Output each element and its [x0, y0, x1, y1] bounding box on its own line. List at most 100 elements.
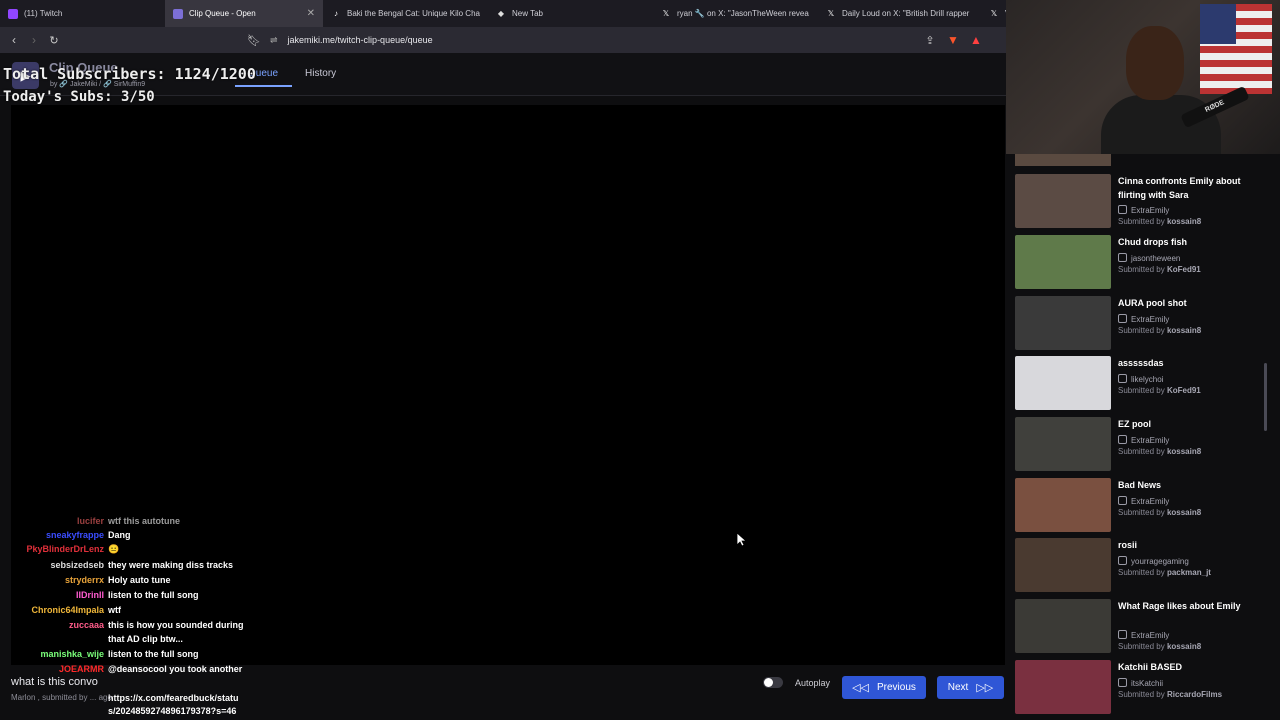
chat-username: IIDrinII — [75, 590, 104, 600]
queue-item-channel-name: likelychoi — [1131, 375, 1164, 384]
queue-item-channel-name: ExtraEmily — [1131, 206, 1170, 215]
channel-icon — [1118, 630, 1127, 639]
chat-message: listen to the full song — [108, 590, 199, 600]
chat-username: sneakyfrappe — [45, 530, 104, 540]
queue-item-thumbnail[interactable] — [1015, 599, 1111, 653]
queue-item-thumbnail[interactable] — [1015, 660, 1111, 714]
queue-item-thumbnail[interactable] — [1015, 356, 1111, 410]
queue-item-thumbnail[interactable] — [1015, 296, 1111, 350]
twitch-icon — [8, 8, 18, 19]
queue-item-thumbnail[interactable] — [1015, 174, 1111, 228]
autoplay-label: Autoplay — [795, 677, 831, 688]
tab-twitch[interactable]: (11) Twitch — [0, 0, 165, 27]
queue-item-channel: ExtraEmily — [1118, 435, 1169, 445]
x-icon: 𝕏 — [827, 9, 835, 18]
previous-button[interactable]: ◁◁ Previous — [842, 676, 926, 699]
queue-item-submitter: Submitted by KoFed91 — [1118, 265, 1201, 274]
queue-item-channel: likelychoi — [1118, 374, 1163, 384]
chat-message: Holy auto tune — [108, 575, 171, 585]
tab-x-partial[interactable]: 𝕏 V — [981, 0, 1006, 27]
forward-icon[interactable]: › — [24, 30, 44, 50]
channel-icon — [1118, 435, 1127, 444]
queue-item[interactable]: rosii yourragegaming Submitted by packman_… — [1015, 538, 1270, 594]
channel-icon — [1118, 205, 1127, 214]
queue-item-submitter: Submitted by kossain8 — [1118, 642, 1201, 651]
tab-label: Baki the Bengal Cat: Unique Kilo Cha — [347, 9, 480, 18]
queue-item-channel: ExtraEmily — [1118, 205, 1169, 215]
queue-item[interactable]: Cinna confronts Emily about flirting wit… — [1015, 174, 1270, 230]
reload-icon[interactable]: ↻ — [44, 30, 64, 50]
chat-message: s/2024859274896179378?s=46 — [108, 706, 237, 716]
current-clip-title: what is this convo — [11, 676, 98, 688]
queue-item-title: asssssdas — [1118, 358, 1164, 368]
channel-icon — [1118, 496, 1127, 505]
queue-item-title: rosii — [1118, 540, 1138, 550]
current-clip-meta: Marlon , submitted by ... ago — [11, 693, 112, 702]
queue-item-submitter: Submitted by kossain8 — [1118, 326, 1201, 335]
queue-item[interactable]: What Rage likes about Emily ExtraEmily Sub… — [1015, 599, 1270, 655]
tab-clip-queue[interactable]: Clip Queue - Open ✕ — [165, 0, 323, 27]
tab-history[interactable]: History — [292, 62, 350, 87]
submitter-name: packman_jt — [1166, 568, 1211, 577]
clipqueue-icon — [173, 8, 183, 19]
queue-item-thumbnail[interactable] — [1015, 417, 1111, 471]
site-settings-icon[interactable]: ⇌ — [270, 35, 278, 46]
tab-tiktok[interactable]: ♪ Baki the Bengal Cat: Unique Kilo Cha — [323, 0, 488, 27]
chat-message: wtf this autotune — [108, 516, 180, 526]
submitter-name: kossain8 — [1166, 326, 1202, 335]
tab-label: New Tab — [512, 9, 543, 18]
close-icon[interactable]: ✕ — [307, 8, 315, 19]
queue-item-title: Chud drops fish — [1118, 237, 1187, 247]
queue-item-channel: jasontheween — [1118, 253, 1180, 263]
queue-item-title: AURA pool shot — [1118, 298, 1187, 308]
tab-new[interactable]: ◆ New Tab — [488, 0, 653, 27]
queue-item[interactable]: Bad News ExtraEmily Submitted by kossain8 — [1015, 478, 1270, 534]
queue-item-thumbnail[interactable] — [1015, 538, 1111, 592]
queue-item-channel: ExtraEmily — [1118, 314, 1169, 324]
x-icon: 𝕏 — [990, 9, 998, 18]
channel-icon — [1118, 253, 1127, 262]
next-button[interactable]: Next ▷▷ — [937, 676, 1004, 699]
submitted-by-label: Submitted by — [1118, 447, 1165, 456]
chat-username: lucifer — [76, 516, 104, 526]
chat-overlay: lucifer wtf this autotune sneakyfrappe D… — [0, 516, 290, 720]
queue-item-title: EZ pool — [1118, 419, 1151, 429]
x-icon: 𝕏 — [662, 9, 670, 18]
toggle-switch[interactable] — [763, 677, 783, 688]
queue-item[interactable]: Chud drops fish jasontheween Submitted by … — [1015, 235, 1270, 291]
autoplay-toggle[interactable]: Autoplay — [763, 677, 830, 688]
back-icon[interactable]: ‹ — [4, 30, 24, 50]
tiktok-icon: ♪ — [334, 9, 338, 18]
submitted-by-label: Submitted by — [1118, 326, 1165, 335]
queue-item[interactable]: asssssdas likelychoi Submitted by KoFed91 — [1015, 356, 1270, 412]
chat-username: Chronic64Impala — [31, 605, 104, 615]
url-text: jakemiki.me/twitch-clip-queue/queue — [287, 35, 433, 45]
queue-item[interactable]: AURA pool shot ExtraEmily Submitted by kos… — [1015, 296, 1270, 352]
submitted-by-label: Submitted by — [1118, 568, 1165, 577]
brave-rewards-icon[interactable]: ▲ — [966, 30, 986, 50]
submitted-by-label: Submitted by — [1118, 508, 1165, 517]
chat-username: manishka_wije — [40, 649, 104, 659]
queue-item[interactable]: Katchii BASED itsKatchii Submitted by Ricc… — [1015, 660, 1270, 716]
sidebar-scrollbar[interactable] — [1264, 363, 1267, 431]
queue-item-channel-name: ExtraEmily — [1131, 436, 1170, 445]
chat-message: they were making diss tracks — [108, 560, 234, 570]
queue-item-channel-name: yourragegaming — [1131, 557, 1189, 566]
queue-item-thumbnail[interactable] — [1015, 235, 1111, 289]
bookmark-icon[interactable]: 🔖︎ — [244, 30, 264, 50]
queue-item-channel-name: ExtraEmily — [1131, 497, 1170, 506]
share-icon[interactable]: ⇪ — [920, 30, 940, 50]
chat-message: @deansocool you took another — [108, 664, 243, 674]
queue-item-submitter: Submitted by KoFed91 — [1118, 386, 1201, 395]
tab-x-ryan[interactable]: 𝕏 ryan 🔧 on X: "JasonTheWeen revea — [653, 0, 818, 27]
address-bar[interactable]: ⇌ jakemiki.me/twitch-clip-queue/queue — [270, 30, 920, 50]
brave-shields-icon[interactable]: ▼ — [943, 30, 963, 50]
queue-item-submitter: Submitted by packman_jt — [1118, 568, 1211, 577]
queue-item-thumbnail[interactable] — [1015, 478, 1111, 532]
queue-item[interactable]: EZ pool ExtraEmily Submitted by kossain8 — [1015, 417, 1270, 473]
chat-message: listen to the full song — [108, 649, 199, 659]
channel-icon — [1118, 314, 1127, 323]
webcam-feed: RØDE — [1006, 0, 1280, 154]
queue-item-submitter: Submitted by kossain8 — [1118, 447, 1201, 456]
tab-x-dailyloud[interactable]: 𝕏 Daily Loud on X: "British Drill rapper — [818, 0, 981, 27]
